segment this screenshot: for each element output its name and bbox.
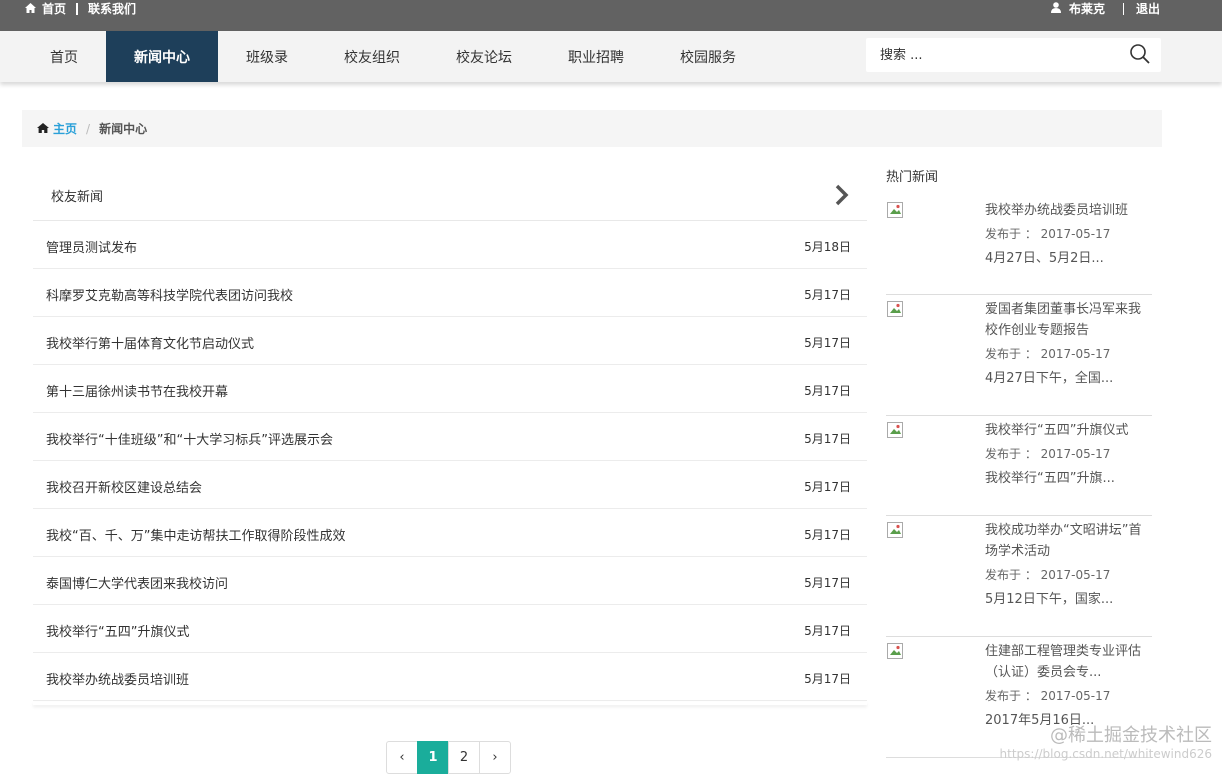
main-nav: 首页 新闻中心 班级录 校友组织 校友论坛 职业招聘 校园服务 xyxy=(0,31,1222,82)
divider xyxy=(76,2,79,15)
nav-item-classes[interactable]: 班级录 xyxy=(218,31,316,82)
hot-news-text: 住建部工程管理类专业评估（认证）委员会专... 发布于 ： 2017-05-17 2… xyxy=(985,641,1152,729)
hot-news-headline[interactable]: 我校举行“五四”升旗仪式 xyxy=(985,420,1148,441)
breadcrumb-separator: / xyxy=(86,121,91,136)
news-list: 管理员测试发布 5月18日 科摩罗艾克勒高等科技学院代表团访问我校 5月17日 我校举行… xyxy=(33,221,867,701)
nav-item-campus[interactable]: 校园服务 xyxy=(652,31,764,82)
hot-news-text: 爱国者集团董事长冯军来我校作创业专题报告发布于 ： 2017-05-17 4月27… xyxy=(985,299,1152,387)
top-bar: 首页 联系我们 布莱克 退出 xyxy=(0,0,1222,31)
news-row-title[interactable]: 管理员测试发布 xyxy=(46,237,137,256)
hot-news-excerpt: 4月27日下午，全国... xyxy=(985,371,1114,386)
watermark-text: @稀土掘金技术社区 xyxy=(1050,725,1212,746)
news-row-title[interactable]: 我校举办统战委员培训班 xyxy=(46,669,189,688)
news-row-title[interactable]: 我校举行“十佳班级”和“十大学习标兵”评选展示会 xyxy=(46,429,333,448)
user-name-link[interactable]: 布莱克 xyxy=(1069,0,1105,17)
hot-news-item[interactable]: 我校举办统战委员培训班发布于 ： 2017-05-17 4月27日、5月2日... xyxy=(886,200,1152,295)
breadcrumb: 主页 / 新闻中心 xyxy=(22,110,1162,147)
news-row-title[interactable]: 我校“百、千、万”集中走访帮扶工作取得阶段性成效 xyxy=(46,525,345,544)
hot-news-date: 发布于 ： 2017-05-17 xyxy=(985,347,1111,361)
nav-item-jobs[interactable]: 职业招聘 xyxy=(540,31,652,82)
hot-news-title: 热门新闻 xyxy=(886,170,939,185)
news-row[interactable]: 我校举行“十佳班级”和“十大学习标兵”评选展示会 5月17日 xyxy=(33,413,867,461)
top-contact-link[interactable]: 联系我们 xyxy=(88,0,136,17)
news-row-title[interactable]: 我校举行“五四”升旗仪式 xyxy=(46,621,189,640)
search-input[interactable] xyxy=(880,46,1110,64)
news-row[interactable]: 我校举行“五四”升旗仪式 5月17日 xyxy=(33,605,867,653)
user-icon xyxy=(1050,1,1061,16)
hot-news-date: 发布于 ： 2017-05-17 xyxy=(985,447,1111,461)
news-row-date: 5月17日 xyxy=(804,480,851,494)
nav-item-alumni-org[interactable]: 校友组织 xyxy=(316,31,428,82)
news-row-title[interactable]: 泰国博仁大学代表团来我校访问 xyxy=(46,573,228,592)
news-row[interactable]: 科摩罗艾克勒高等科技学院代表团访问我校 5月17日 xyxy=(33,269,867,317)
news-list-bottom-shadow xyxy=(33,702,867,705)
nav-item-forum[interactable]: 校友论坛 xyxy=(428,31,540,82)
pager-page-2[interactable]: 2 xyxy=(448,741,480,774)
news-row[interactable]: 泰国博仁大学代表团来我校访问 5月17日 xyxy=(33,557,867,605)
news-row-date: 5月17日 xyxy=(804,528,851,542)
chevron-right-icon[interactable] xyxy=(835,184,849,206)
hot-news-date: 发布于 ： 2017-05-17 xyxy=(985,689,1111,703)
hot-news-text: 我校举办统战委员培训班发布于 ： 2017-05-17 4月27日、5月2日... xyxy=(985,200,1152,267)
hot-news-excerpt: 4月27日、5月2日... xyxy=(985,251,1104,266)
hot-news-headline[interactable]: 爱国者集团董事长冯军来我校作创业专题报告 xyxy=(985,299,1148,341)
news-row[interactable]: 我校举行第十届体育文化节启动仪式 5月17日 xyxy=(33,317,867,365)
hot-news-item[interactable]: 我校成功举办“文昭讲坛”首场学术活动发布于 ： 2017-05-17 5月12日下… xyxy=(886,516,1152,637)
broken-image-icon xyxy=(887,422,903,438)
pager-page-1[interactable]: 1 xyxy=(417,741,449,774)
news-row-date: 5月17日 xyxy=(804,672,851,686)
divider xyxy=(1122,2,1124,15)
hot-news-item[interactable]: 我校举行“五四”升旗仪式发布于 ： 2017-05-17 我校举行“五四”升旗..… xyxy=(886,416,1152,516)
pagination: ‹ 1 2 › xyxy=(386,741,511,774)
news-row-date: 5月17日 xyxy=(804,336,851,350)
hot-news-list: 我校举办统战委员培训班发布于 ： 2017-05-17 4月27日、5月2日...… xyxy=(886,200,1152,758)
news-row-date: 5月17日 xyxy=(804,384,851,398)
hot-news-headline[interactable]: 我校成功举办“文昭讲坛”首场学术活动 xyxy=(985,520,1148,562)
top-right-links: 布莱克 退出 xyxy=(1050,0,1160,17)
news-row[interactable]: 第十三届徐州读书节在我校开幕 5月17日 xyxy=(33,365,867,413)
logout-link[interactable]: 退出 xyxy=(1136,0,1160,17)
nav-item-news[interactable]: 新闻中心 xyxy=(106,31,218,82)
broken-image-icon xyxy=(887,522,903,538)
breadcrumb-home-link[interactable]: 主页 xyxy=(53,120,77,137)
home-icon xyxy=(37,122,49,136)
hot-news-text: 我校举行“五四”升旗仪式发布于 ： 2017-05-17 我校举行“五四”升旗..… xyxy=(985,420,1152,487)
news-row-title[interactable]: 我校举行第十届体育文化节启动仪式 xyxy=(46,333,254,352)
hot-news-headline[interactable]: 我校举办统战委员培训班 xyxy=(985,200,1148,221)
news-row[interactable]: 我校“百、千、万”集中走访帮扶工作取得阶段性成效 5月17日 xyxy=(33,509,867,557)
news-list-title: 校友新闻 xyxy=(51,190,104,205)
news-row[interactable]: 我校召开新校区建设总结会 5月17日 xyxy=(33,461,867,509)
top-left-links: 首页 联系我们 xyxy=(25,0,136,17)
news-row-title[interactable]: 第十三届徐州读书节在我校开幕 xyxy=(46,381,228,400)
hot-news-date: 发布于 ： 2017-05-17 xyxy=(985,227,1111,241)
hot-news-excerpt: 5月12日下午，国家... xyxy=(985,592,1114,607)
news-list-header: 校友新闻 xyxy=(33,167,867,221)
news-row-date: 5月18日 xyxy=(804,240,851,254)
broken-image-icon xyxy=(887,643,903,659)
nav-item-home[interactable]: 首页 xyxy=(22,31,106,82)
news-row-title[interactable]: 我校召开新校区建设总结会 xyxy=(46,477,202,496)
news-row-date: 5月17日 xyxy=(804,432,851,446)
hot-news-item[interactable]: 爱国者集团董事长冯军来我校作创业专题报告发布于 ： 2017-05-17 4月27… xyxy=(886,295,1152,416)
news-row[interactable]: 我校举办统战委员培训班 5月17日 xyxy=(33,653,867,701)
broken-image-icon xyxy=(887,301,903,317)
watermark-url: https://blog.csdn.net/whitewind626 xyxy=(999,747,1212,761)
news-row-title[interactable]: 科摩罗艾克勒高等科技学院代表团访问我校 xyxy=(46,285,293,304)
hot-news-text: 我校成功举办“文昭讲坛”首场学术活动发布于 ： 2017-05-17 5月12日下… xyxy=(985,520,1152,608)
hot-news-excerpt: 我校举行“五四”升旗... xyxy=(985,471,1115,486)
breadcrumb-current: 新闻中心 xyxy=(99,122,148,136)
pager-prev-button[interactable]: ‹ xyxy=(386,741,418,774)
broken-image-icon xyxy=(887,202,903,218)
home-icon xyxy=(25,2,36,16)
news-row-date: 5月17日 xyxy=(804,288,851,302)
search-box xyxy=(866,38,1161,72)
news-row-date: 5月17日 xyxy=(804,576,851,590)
hot-news-headline[interactable]: 住建部工程管理类专业评估（认证）委员会专... xyxy=(985,641,1148,683)
top-home-link[interactable]: 首页 xyxy=(42,0,66,17)
news-row-date: 5月17日 xyxy=(804,624,851,638)
news-row[interactable]: 管理员测试发布 5月18日 xyxy=(33,221,867,269)
pager-next-button[interactable]: › xyxy=(479,741,511,774)
hot-news-date: 发布于 ： 2017-05-17 xyxy=(985,568,1111,582)
search-icon[interactable] xyxy=(1129,43,1151,65)
